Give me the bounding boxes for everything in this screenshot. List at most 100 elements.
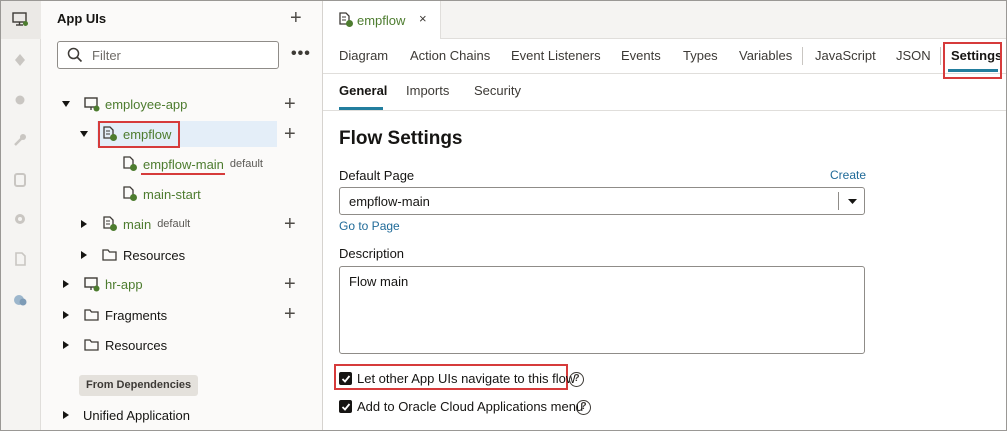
filter-box	[57, 41, 279, 69]
filter-input[interactable]	[92, 46, 272, 64]
caret-right-icon[interactable]	[79, 250, 89, 260]
flow-icon	[337, 11, 355, 29]
flow-icon	[101, 215, 119, 233]
help-icon[interactable]: ?	[569, 372, 584, 387]
subtab-imports[interactable]: Imports	[406, 83, 449, 98]
tree-item-resources-inner[interactable]: Resources	[79, 243, 185, 267]
tree-item-fragments[interactable]: Fragments	[61, 303, 167, 327]
tree-item-main-start[interactable]: main-start	[121, 182, 201, 206]
tree-item-label: employee-app	[105, 96, 188, 112]
subtab-security[interactable]: Security	[474, 83, 521, 98]
menu-checkbox-label: Add to Oracle Cloud Applications menu	[357, 399, 584, 414]
from-dependencies-badge: From Dependencies	[79, 375, 199, 396]
file-tab-bar: empflow ×	[323, 1, 1006, 39]
add-fragment-button[interactable]: +	[284, 304, 296, 324]
file-tab-label: empflow	[357, 12, 406, 28]
file-tab-empflow[interactable]: empflow ×	[323, 1, 441, 39]
subtab-general[interactable]: General	[339, 83, 387, 98]
tab-events[interactable]: Events	[621, 48, 661, 63]
select-divider	[838, 192, 839, 210]
tree-item-label: main-start	[143, 186, 201, 202]
more-options-button[interactable]: •••	[291, 45, 311, 63]
default-tag: default	[229, 158, 263, 170]
description-textarea[interactable]: Flow main	[339, 266, 865, 354]
empflow-highlight-box	[98, 121, 180, 148]
settings-subtabs: General Imports Security	[323, 74, 1006, 111]
editor-area: empflow × Diagram Action Chains Event Li…	[323, 1, 1006, 430]
tab-variables[interactable]: Variables	[739, 48, 792, 63]
active-subtab-indicator	[339, 107, 383, 110]
search-icon	[67, 47, 83, 63]
palette-icon[interactable]	[11, 291, 29, 309]
tree-item-main[interactable]: main default	[79, 212, 190, 236]
folder-icon	[101, 246, 119, 264]
empflow-main-underline	[141, 173, 225, 175]
tree-item-label: empflow-main	[143, 156, 224, 172]
tab-event-listeners[interactable]: Event Listeners	[511, 48, 601, 63]
add-to-hr-app-button[interactable]: +	[284, 274, 296, 294]
add-to-empflow-button[interactable]: +	[284, 124, 296, 144]
add-app-ui-button[interactable]: +	[290, 8, 302, 28]
activity-bar	[1, 1, 41, 430]
services-icon[interactable]	[11, 91, 29, 109]
add-to-employee-app-button[interactable]: +	[284, 94, 296, 114]
components-icon[interactable]	[11, 51, 29, 69]
caret-down-icon[interactable]	[79, 129, 89, 139]
app-uis-navigator: App UIs + ••• employee-app + empflow + e…	[41, 1, 323, 430]
folder-icon	[83, 336, 101, 354]
caret-right-icon[interactable]	[61, 410, 71, 420]
close-icon[interactable]: ×	[419, 11, 427, 26]
tab-separator	[802, 47, 803, 65]
help-icon[interactable]: ?	[576, 400, 591, 415]
app-window: App UIs + ••• employee-app + empflow + e…	[0, 0, 1007, 431]
tab-separator	[940, 47, 941, 65]
data-icon[interactable]	[11, 171, 29, 189]
default-page-label: Default Page	[339, 168, 415, 183]
tree-item-label: hr-app	[105, 276, 143, 292]
tree-item-label: main	[123, 216, 152, 232]
navigator-title: App UIs	[57, 11, 107, 26]
tree-item-label: Unified Application	[83, 407, 190, 423]
create-link[interactable]: Create	[830, 168, 866, 182]
page-icon	[121, 185, 139, 203]
tree-item-resources-outer[interactable]: Resources	[61, 333, 167, 357]
page-icon	[121, 155, 139, 173]
caret-right-icon[interactable]	[61, 279, 71, 289]
folder-icon	[83, 306, 101, 324]
caret-right-icon[interactable]	[61, 340, 71, 350]
tools-icon[interactable]	[11, 131, 29, 149]
tab-types[interactable]: Types	[683, 48, 718, 63]
checkmark-icon	[341, 374, 350, 383]
document-icon[interactable]	[11, 250, 29, 268]
navigate-checkbox-label: Let other App UIs navigate to this flow	[357, 371, 576, 386]
app-ui-icon	[83, 95, 101, 113]
app-ui-icon	[83, 275, 101, 293]
caret-down-icon[interactable]	[61, 99, 71, 109]
caret-right-icon[interactable]	[61, 310, 71, 320]
description-label: Description	[339, 246, 405, 261]
go-to-page-link[interactable]: Go to Page	[339, 219, 400, 233]
caret-right-icon[interactable]	[79, 219, 89, 229]
tree-item-label: Resources	[105, 337, 168, 353]
add-to-main-button[interactable]: +	[284, 214, 296, 234]
chevron-down-icon[interactable]	[848, 197, 857, 206]
navigate-checkbox[interactable]	[339, 372, 352, 385]
tree-item-hr-app[interactable]: hr-app	[61, 272, 143, 296]
monitor-app-icon[interactable]	[11, 10, 29, 28]
menu-checkbox[interactable]	[339, 400, 352, 413]
tab-action-chains[interactable]: Action Chains	[410, 48, 490, 63]
checkmark-icon	[341, 402, 350, 411]
default-tag: default	[157, 218, 191, 230]
tree-item-label: Fragments	[105, 307, 168, 323]
settings-gear-icon[interactable]	[11, 210, 29, 228]
default-page-select[interactable]: empflow-main	[339, 187, 865, 215]
default-page-value: empflow-main	[349, 194, 430, 209]
section-title: Flow Settings	[339, 128, 463, 149]
tab-diagram[interactable]: Diagram	[339, 48, 388, 63]
tab-json[interactable]: JSON	[896, 48, 931, 63]
tree-item-unified-application[interactable]: Unified Application	[61, 403, 190, 427]
tab-javascript[interactable]: JavaScript	[815, 48, 876, 63]
tree-item-label: Resources	[123, 247, 186, 263]
tree-item-employee-app[interactable]: employee-app	[61, 92, 187, 116]
editor-tabs: Diagram Action Chains Event Listeners Ev…	[323, 39, 1006, 79]
